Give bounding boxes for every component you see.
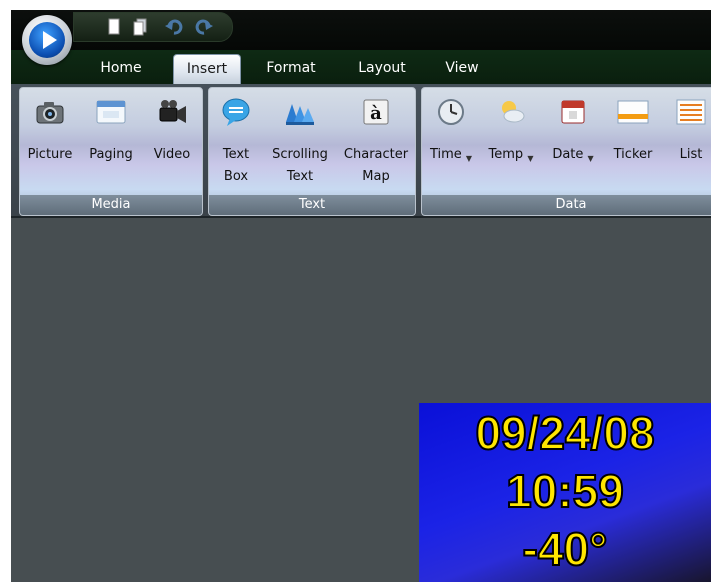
weather-icon: [502, 101, 525, 123]
picture-label: Picture: [27, 147, 73, 162]
preview-time: 10:59: [505, 464, 625, 518]
speech-bubble-icon: [222, 98, 250, 126]
copy-document-icon[interactable]: [130, 17, 150, 37]
tab-format[interactable]: Format: [254, 54, 328, 84]
character-map-label-line2: Map: [362, 169, 390, 184]
preview-temp: -40°: [522, 522, 609, 576]
ribbon-tab-bar: Home Insert Format Layout View: [11, 50, 711, 84]
text-box-label-line2: Box: [223, 169, 249, 184]
calendar-icon: [561, 100, 585, 124]
paging-label: Paging: [89, 147, 133, 162]
paging-window-icon: [96, 100, 126, 124]
media-group-label: Media: [20, 195, 202, 215]
text-group-label: Text: [209, 195, 415, 215]
character-map-label-line1: Character: [343, 147, 409, 162]
tab-home[interactable]: Home: [86, 54, 156, 84]
time-label-text: Time: [429, 147, 462, 162]
time-button[interactable]: Time ▼: [422, 88, 480, 192]
media-group: Picture Paging Video Media: [19, 87, 203, 216]
play-icon: [43, 31, 57, 49]
chevron-down-icon: ▼: [465, 154, 473, 163]
preview-panel[interactable]: 09/24/08 10:59 -40°: [419, 403, 711, 582]
date-label: Date ▼: [542, 144, 604, 167]
scrolling-text-label-line1: Scrolling: [272, 147, 328, 162]
list-label: List: [679, 147, 703, 162]
ticker-label: Ticker: [613, 147, 653, 162]
clock-icon: [438, 99, 464, 125]
list-button[interactable]: List: [662, 88, 711, 192]
video-camera-icon: [159, 100, 186, 123]
text-group: Text Box Scrolling Text à Character Map …: [208, 87, 416, 216]
ticker-icon: [617, 100, 649, 124]
temp-button[interactable]: Temp ▼: [480, 88, 542, 192]
data-group-label: Data: [422, 195, 711, 215]
redo-icon[interactable]: [194, 17, 214, 37]
date-label-text: Date: [552, 147, 584, 162]
app-window: Home Insert Format Layout View Picture P…: [11, 10, 711, 582]
character-map-button[interactable]: à Character Map: [337, 88, 415, 192]
chevron-down-icon: ▼: [527, 154, 534, 163]
temp-label-text: Temp: [488, 147, 524, 162]
tab-layout[interactable]: Layout: [344, 54, 420, 84]
camera-icon: [36, 102, 64, 124]
text-box-button[interactable]: Text Box: [209, 88, 263, 192]
scrolling-text-icon: [286, 104, 314, 125]
character-map-icon: à: [363, 99, 389, 125]
paging-button[interactable]: Paging: [80, 88, 142, 192]
tab-insert[interactable]: Insert: [173, 54, 241, 84]
undo-icon[interactable]: [164, 17, 184, 37]
application-menu-button[interactable]: [22, 15, 72, 65]
chevron-down-icon: ▼: [587, 154, 594, 163]
video-button[interactable]: Video: [142, 88, 202, 192]
picture-button[interactable]: Picture: [20, 88, 80, 192]
data-group: Time ▼ Temp ▼ Date ▼ Ticker List Data: [421, 87, 711, 216]
tab-view[interactable]: View: [434, 54, 490, 84]
scrolling-text-button[interactable]: Scrolling Text: [263, 88, 337, 192]
new-document-icon[interactable]: [104, 17, 124, 37]
text-box-label-line1: Text: [222, 147, 250, 162]
quick-access-toolbar: [73, 12, 233, 42]
ribbon: Picture Paging Video Media Text Box Scro…: [11, 84, 711, 218]
time-label: Time ▼: [422, 144, 480, 167]
app-orb-inner: [29, 22, 65, 58]
svg-text:à: à: [370, 103, 382, 124]
date-button[interactable]: Date ▼: [542, 88, 604, 192]
temp-label: Temp ▼: [480, 144, 542, 167]
title-bar: [11, 10, 711, 50]
preview-date: 09/24/08: [474, 406, 655, 460]
ticker-button[interactable]: Ticker: [604, 88, 662, 192]
video-label: Video: [153, 147, 191, 162]
scrolling-text-label-line2: Text: [286, 169, 314, 184]
list-icon: [676, 99, 706, 125]
workspace-canvas[interactable]: 09/24/08 10:59 -40°: [11, 218, 711, 582]
